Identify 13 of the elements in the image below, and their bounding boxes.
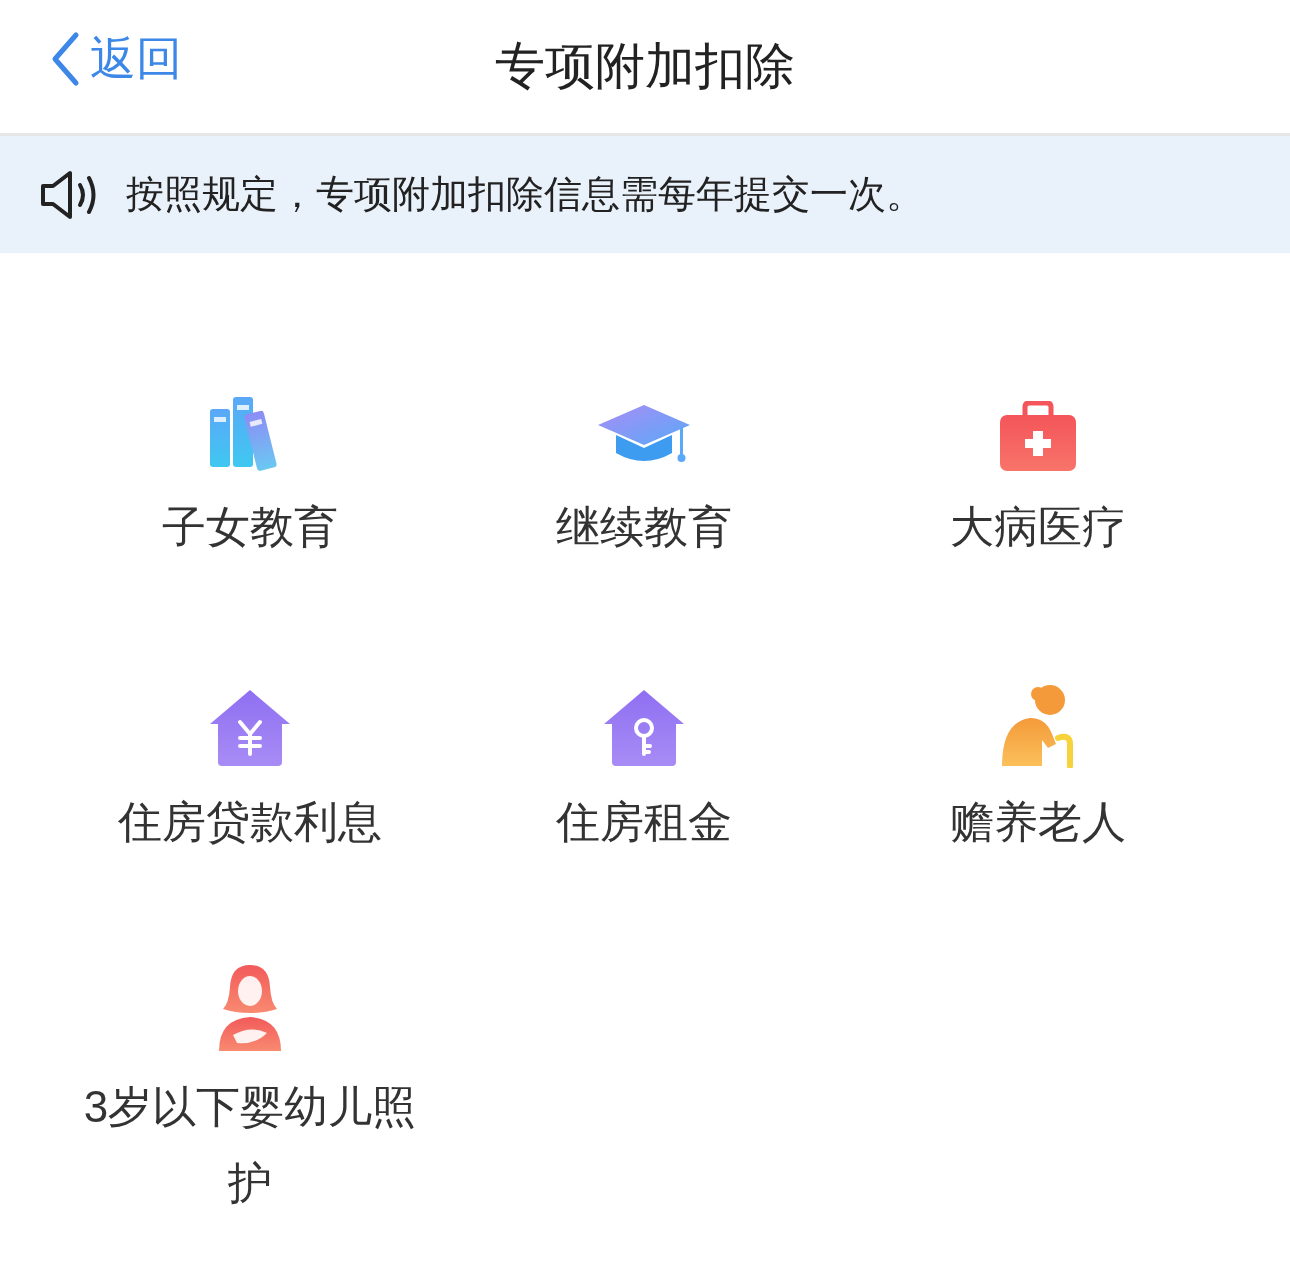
notice-text: 按照规定，专项附加扣除信息需每年提交一次。: [126, 172, 924, 217]
deduction-item[interactable]: 大病医疗: [841, 373, 1235, 628]
house-key-icon: [602, 688, 686, 768]
deduction-item[interactable]: 继续教育: [447, 373, 841, 628]
deduction-item[interactable]: 3岁以下婴幼儿照护: [53, 963, 447, 1218]
medical-kit-icon: [998, 401, 1078, 473]
back-button[interactable]: 返回: [50, 28, 182, 90]
deduction-item[interactable]: 赡养老人: [841, 668, 1235, 923]
page-title: 专项附加扣除: [495, 37, 795, 96]
deduction-item[interactable]: 子女教育: [53, 373, 447, 628]
deduction-item[interactable]: 住房租金: [447, 668, 841, 923]
deduction-item[interactable]: 住房贷款利息: [53, 668, 447, 923]
house-yen-icon: [208, 688, 292, 768]
